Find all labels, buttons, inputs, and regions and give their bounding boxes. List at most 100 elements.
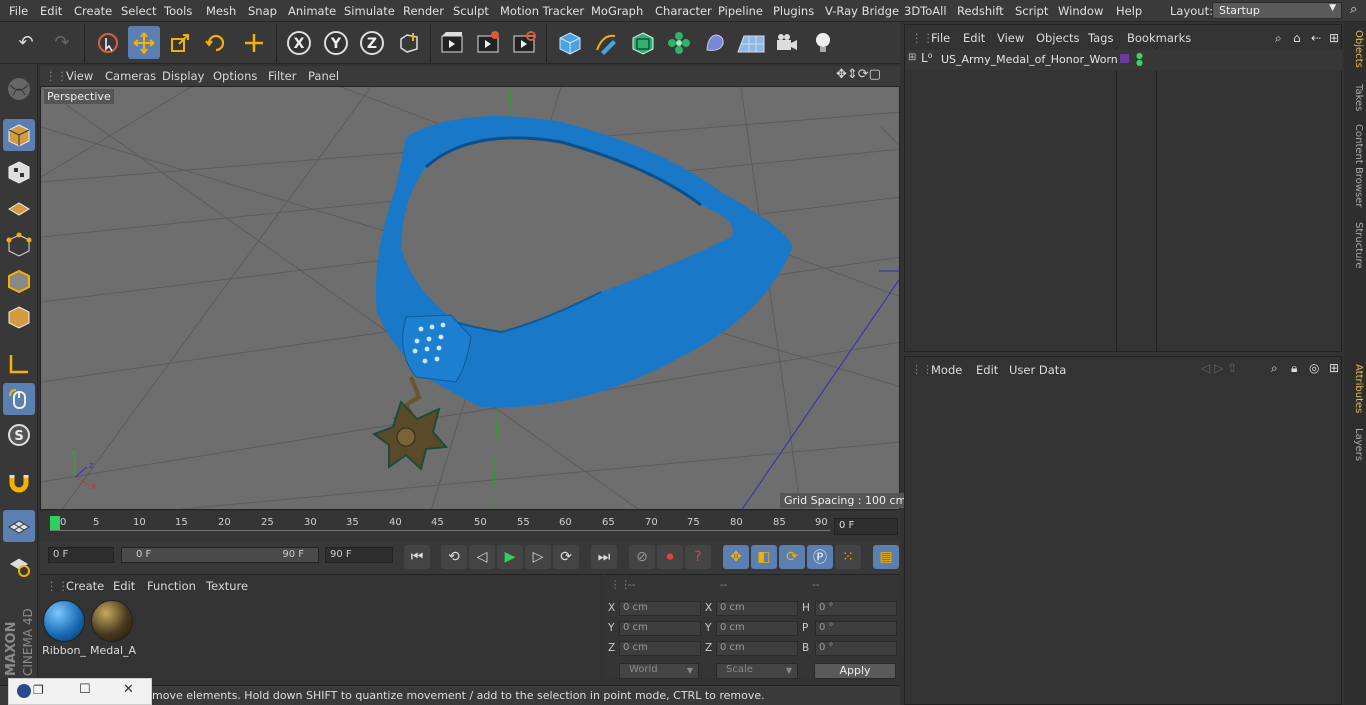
key-pla-icon[interactable]: ⁙ <box>835 545 861 569</box>
workplane-mode-icon[interactable] <box>3 192 35 224</box>
menu-3dtoall[interactable]: 3DToAll <box>904 4 947 18</box>
floor-icon[interactable] <box>735 26 767 59</box>
go-to-start-icon[interactable]: ⏮ <box>404 545 430 569</box>
menu-mograph[interactable]: MoGraph <box>591 4 643 18</box>
tab-objects[interactable]: Objects <box>1346 30 1364 68</box>
viewport-menu-panel[interactable]: Panel <box>308 69 339 83</box>
attribute-menu-edit[interactable]: Edit <box>976 363 998 377</box>
viewport-nav-icons[interactable]: ✥⇕⟳▢ <box>836 67 881 82</box>
menu-character[interactable]: Character <box>655 4 712 18</box>
menu-snap[interactable]: Snap <box>248 4 277 18</box>
go-to-end-icon[interactable]: ⏭ <box>591 545 617 569</box>
autokey-icon[interactable]: ? <box>685 545 711 569</box>
next-frame-icon[interactable]: ▷ <box>525 545 551 569</box>
tab-layers[interactable]: Layers <box>1346 428 1364 461</box>
viewport-menu-cameras[interactable]: Cameras <box>105 69 156 83</box>
search-icon[interactable]: ⌕ <box>1350 2 1357 17</box>
menu-select[interactable]: Select <box>121 4 156 18</box>
rotate-icon[interactable] <box>200 26 232 59</box>
object-menu-objects[interactable]: Objects <box>1036 31 1079 45</box>
object-row[interactable]: ⊞ L⁰ US_Army_Medal_of_Honor_Worn ● ● <box>906 50 1342 70</box>
edges-mode-icon[interactable] <box>3 265 35 297</box>
material-menu-function[interactable]: Function <box>147 579 196 593</box>
size-x-field[interactable]: 0 cm <box>716 601 798 616</box>
object-menu-bookmarks[interactable]: Bookmarks <box>1127 31 1191 45</box>
tab-structure[interactable]: Structure <box>1346 222 1364 269</box>
rotation-h-field[interactable]: 0 ° <box>815 601 897 616</box>
new-window-icon[interactable]: ⊞ <box>1329 361 1339 375</box>
snap-magnet-icon[interactable] <box>3 466 35 498</box>
axis-mode-icon[interactable] <box>3 348 35 380</box>
menu-render[interactable]: Render <box>403 4 444 18</box>
nav-arrows-icon[interactable]: ◁ ▷ ⇧ <box>1201 361 1237 375</box>
viewport-menu-display[interactable]: Display <box>162 69 204 83</box>
key-position-icon[interactable]: ✥ <box>723 545 749 569</box>
planar-workplane-icon[interactable] <box>3 549 35 581</box>
cloner-icon[interactable] <box>663 26 695 59</box>
home-icon[interactable]: ⌂ <box>1293 31 1301 45</box>
timeline-window-icon[interactable]: ▤ <box>873 545 899 569</box>
target-icon[interactable]: ◎ <box>1309 361 1319 375</box>
scale-icon[interactable] <box>164 26 196 59</box>
tweak-mode-icon[interactable] <box>3 383 35 415</box>
tab-attributes[interactable]: Attributes <box>1346 364 1364 413</box>
redo-icon[interactable]: ↷ <box>46 26 78 59</box>
y-axis-icon[interactable]: Y <box>320 26 352 59</box>
menu-create[interactable]: Create <box>74 4 112 18</box>
new-window-icon[interactable]: ⊞ <box>1329 31 1339 45</box>
position-x-field[interactable]: 0 cm <box>619 601 701 616</box>
menu-mesh[interactable]: Mesh <box>206 4 236 18</box>
deformer-icon[interactable] <box>699 26 731 59</box>
medal-star-model[interactable] <box>371 376 449 471</box>
menu-script[interactable]: Script <box>1015 4 1048 18</box>
menu-sculpt[interactable]: Sculpt <box>453 4 489 18</box>
visibility-dots-icon[interactable]: ● ● <box>1136 52 1143 67</box>
previous-frame-icon[interactable]: ◁ <box>469 545 495 569</box>
next-keyframe-icon[interactable]: ⟳ <box>553 545 579 569</box>
object-menu-tags[interactable]: Tags <box>1088 31 1113 45</box>
polygons-mode-icon[interactable] <box>3 301 35 333</box>
timeline-ruler[interactable]: 0 5 10 15 20 25 30 35 40 45 50 55 60 65 … <box>40 512 900 542</box>
tab-takes[interactable]: Takes <box>1346 84 1364 111</box>
perspective-viewport[interactable]: y z x <box>40 86 900 510</box>
render-picture-viewer-icon[interactable] <box>472 26 504 59</box>
attribute-menu-mode[interactable]: Mode <box>931 363 962 377</box>
viewport-menu-view[interactable]: View <box>66 69 93 83</box>
menu-vray-bridge[interactable]: V-Ray Bridge <box>825 4 899 18</box>
menu-tools[interactable]: Tools <box>164 4 192 18</box>
pen-icon[interactable] <box>590 26 622 59</box>
model-mode-icon[interactable] <box>3 119 35 151</box>
play-icon[interactable]: ▶ <box>497 545 523 569</box>
material-swatch-medal[interactable]: Medal_A <box>90 599 136 657</box>
menu-redshift[interactable]: Redshift <box>957 4 1004 18</box>
menu-file[interactable]: File <box>9 4 28 18</box>
back-icon[interactable]: ⇠ <box>1311 31 1321 45</box>
render-view-icon[interactable] <box>436 26 468 59</box>
undo-icon[interactable]: ↶ <box>10 26 42 59</box>
menu-animate[interactable]: Animate <box>288 4 336 18</box>
workplane-lock-icon[interactable] <box>3 510 35 542</box>
keyframe-selection-icon[interactable]: ⊘ <box>629 545 655 569</box>
previous-keyframe-icon[interactable]: ⟲ <box>441 545 467 569</box>
menu-motion-tracker[interactable]: Motion Tracker <box>500 4 584 18</box>
solo-icon[interactable]: S <box>3 419 35 451</box>
menu-help[interactable]: Help <box>1116 4 1142 18</box>
edit-render-settings-icon[interactable] <box>508 26 540 59</box>
menu-edit[interactable]: Edit <box>40 4 62 18</box>
start-frame-field[interactable]: 0 F <box>48 547 114 563</box>
attribute-menu-user-data[interactable]: User Data <box>1009 363 1066 377</box>
playhead-marker[interactable] <box>50 516 60 530</box>
last-tool-icon[interactable] <box>238 26 270 59</box>
subdivision-icon[interactable] <box>627 26 659 59</box>
move-icon[interactable] <box>128 26 160 59</box>
maximize-icon[interactable]: ☐ <box>79 682 91 697</box>
size-z-field[interactable]: 0 cm <box>716 641 798 656</box>
points-mode-icon[interactable] <box>3 229 35 261</box>
material-menu-edit[interactable]: Edit <box>113 579 135 593</box>
key-parameter-icon[interactable]: Ⓟ <box>807 545 833 569</box>
lock-icon[interactable]: 🔒︎ <box>1291 361 1297 376</box>
layout-select[interactable]: Startup ▼ <box>1212 2 1342 19</box>
end-frame-field[interactable]: 90 F <box>325 547 393 563</box>
material-menu-texture[interactable]: Texture <box>206 579 248 593</box>
restore-icon[interactable]: ❐ <box>33 683 44 697</box>
